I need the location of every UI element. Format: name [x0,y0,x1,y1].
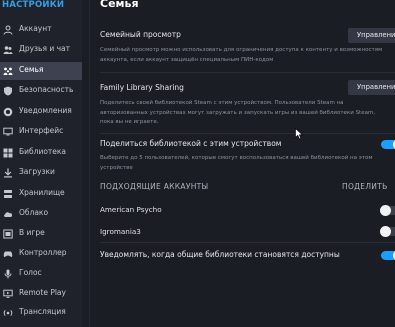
sidebar-item-label: Хранилище [19,188,65,197]
library-sharing-description: Поделитесь своей библиотекой Steam с эти… [100,100,376,125]
sidebar-item-label: Семья [19,65,44,74]
share-device-title: Поделиться библиотекой с этим устройство… [100,139,282,148]
share-column-header: ПОДЕЛИТЬ [342,182,388,191]
sidebar-item-label: Безопасность [19,85,74,94]
sidebar-item-security[interactable]: Безопасность [0,82,82,100]
download-icon [3,168,13,178]
sidebar-item-friends[interactable]: Друзья и чат [0,41,82,59]
sidebar-item-broadcast[interactable]: Трансляция [0,304,82,322]
sidebar-item-label: Облако [19,208,49,217]
microphone-icon [3,269,13,279]
library-sharing-title: Family Library Sharing [100,83,184,92]
family-view-title: Семейный просмотр [100,30,181,39]
broadcast-icon [3,308,13,318]
friends-icon [3,45,13,55]
shield-icon [3,86,13,96]
sidebar-item-label: В игре [19,228,45,237]
sidebar-item-library[interactable]: Библиотека [0,144,82,162]
eligible-accounts-header: ПОДХОДЯЩИЕ АККАУНТЫ [100,182,209,191]
sidebar-item-storage[interactable]: Хранилище [0,185,82,203]
sidebar-item-family[interactable]: Семья [0,62,82,80]
sidebar-item-label: Уведомления [19,106,72,115]
sidebar-item-cloud[interactable]: Облако [0,205,82,223]
sidebar-item-in-game[interactable]: В игре [0,225,82,243]
bell-icon [3,107,13,117]
controller-icon [3,249,13,259]
main-content: Семья Семейный просмотр Управление Семей… [90,0,395,327]
sidebar-item-downloads[interactable]: Загрузки [0,164,82,182]
library-sharing-manage-button[interactable]: Управление [348,80,395,95]
account-name: American Psycho [100,205,162,214]
toggle-knob [380,205,391,216]
account-share-toggle[interactable] [380,226,395,237]
family-icon [3,66,13,76]
game-icon [3,229,13,239]
sidebar-title: НАСТРОЙКИ [2,0,65,10]
sidebar-item-label: Библиотека [19,147,67,156]
page-title: Семья [100,0,139,10]
account-name: Igromania3 [100,227,141,236]
family-view-description: Семейный просмотр можно использовать для… [100,47,383,63]
sidebar-item-label: Трансляция [19,307,66,316]
sidebar-item-interface[interactable]: Интерфейс [0,123,82,141]
sidebar-item-voice[interactable]: Голос [0,265,82,283]
divider [100,242,395,243]
monitor-icon [3,127,13,137]
remote-play-icon [3,289,13,299]
cloud-icon [3,209,13,219]
sidebar-item-remote-play[interactable]: Remote Play [0,285,82,303]
account-share-toggle[interactable] [380,205,395,216]
storage-icon [3,189,13,199]
sidebar-item-label: Аккаунт [19,24,52,33]
user-icon [3,25,13,35]
divider [100,72,395,73]
sidebar-item-label: Голос [19,268,42,277]
grid-icon [3,148,13,158]
sidebar: НАСТРОЙКИ Аккаунт Друзья и чат Семья Без… [0,0,82,327]
notify-label: Уведомлять, когда общие библиотеки стано… [100,250,340,259]
mouse-cursor-icon [295,128,303,140]
toggle-knob [380,226,391,237]
sidebar-item-label: Интерфейс [19,126,64,135]
notify-toggle[interactable] [381,250,395,261]
sidebar-item-notifications[interactable]: Уведомления [0,103,82,121]
sidebar-item-controller[interactable]: Контроллер [0,245,82,263]
sidebar-item-account[interactable]: Аккаунт [0,21,82,39]
family-view-manage-button[interactable]: Управление [348,28,395,43]
share-device-toggle[interactable] [381,139,395,150]
sidebar-item-label: Загрузки [19,167,55,176]
sidebar-item-label: Remote Play [19,288,66,297]
sidebar-item-label: Друзья и чат [19,44,71,53]
sidebar-item-label: Контроллер [19,248,67,257]
divider [100,133,395,134]
share-device-description: Выберите до 5 пользователей, которые смо… [100,155,373,171]
